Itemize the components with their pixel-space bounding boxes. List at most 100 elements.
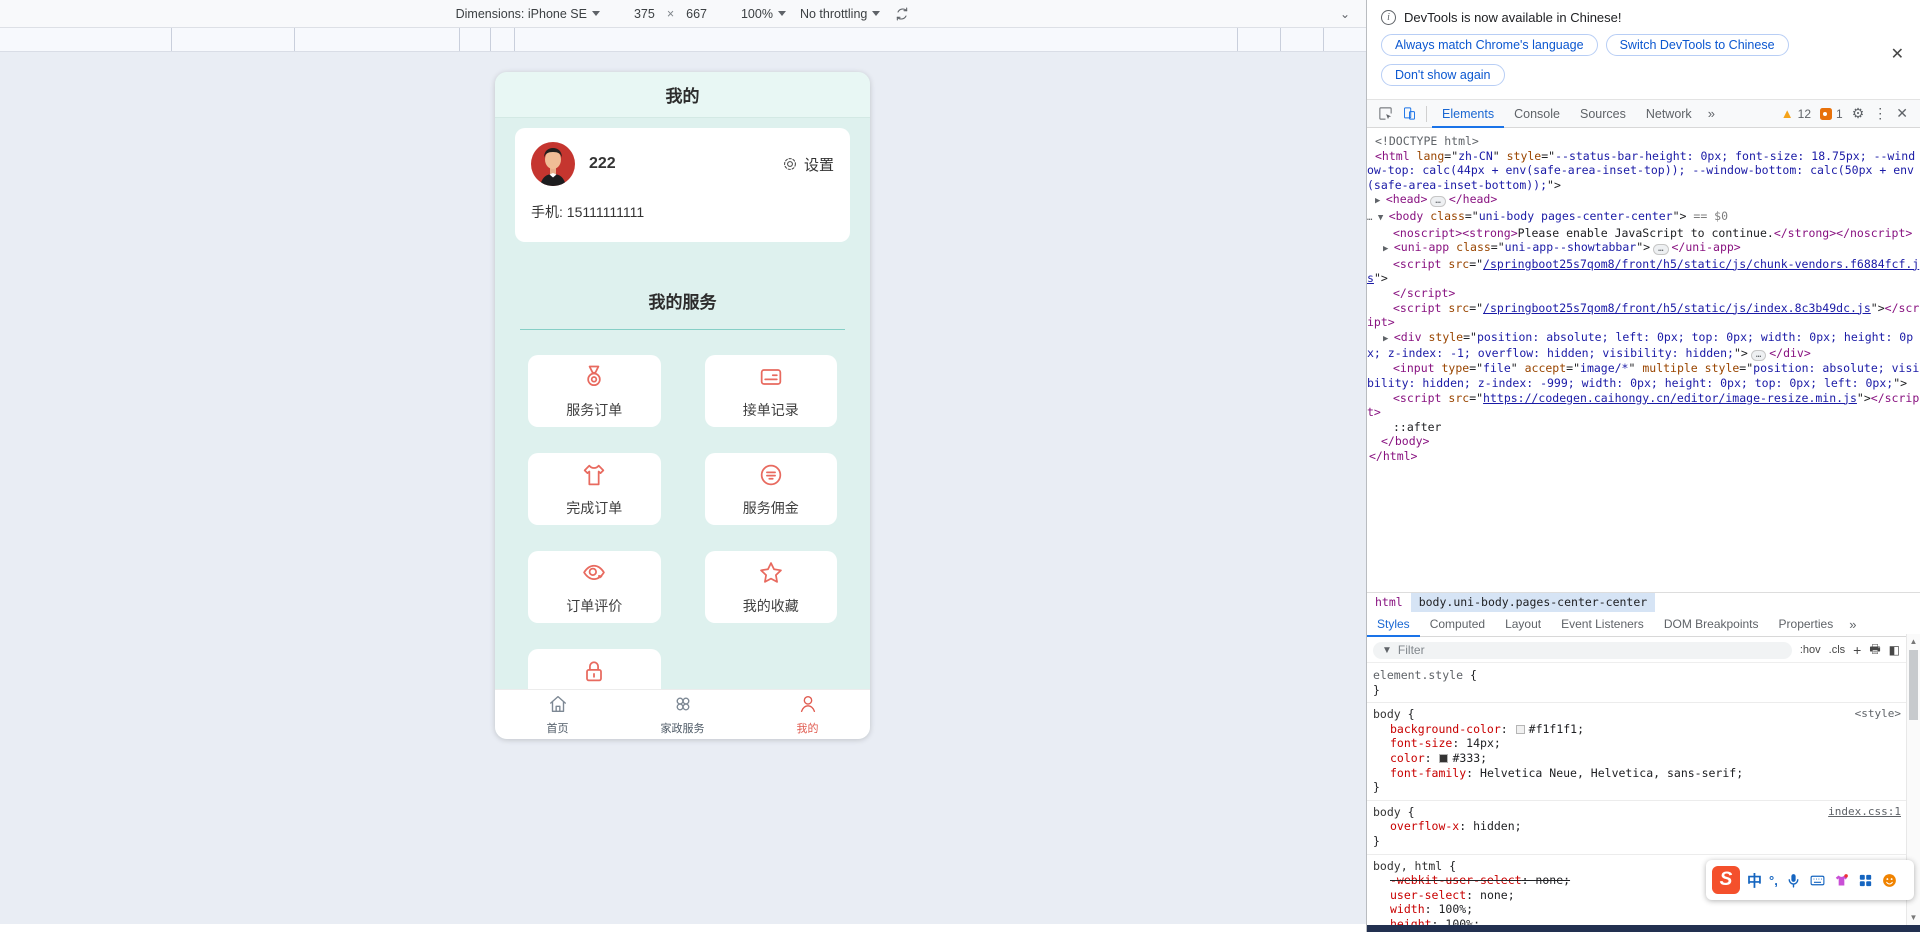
expand-arrow-icon[interactable]: … ▼ <box>1367 213 1389 223</box>
tree-line[interactable]: <html lang="zh-CN" style="--status-bar-h… <box>1367 149 1920 193</box>
tree-line[interactable]: </html> <box>1367 449 1920 464</box>
tree-line[interactable]: </body> <box>1367 434 1920 449</box>
color-swatch[interactable] <box>1515 724 1525 734</box>
more-tabs-chevron[interactable]: » <box>1702 106 1721 121</box>
css-property[interactable]: background-color: #f1f1f1; <box>1373 722 1900 737</box>
device-toolbar-button[interactable] <box>1397 102 1421 126</box>
settings-button[interactable]: 设置 <box>781 154 834 175</box>
sidebar-layout-icon[interactable]: ◧ <box>1889 643 1900 657</box>
css-property-name: background-color <box>1390 721 1501 736</box>
soft-keyboard-icon[interactable] <box>1809 872 1826 889</box>
zoom-selector[interactable]: 100% <box>737 5 790 23</box>
chinese-mode-icon[interactable]: 中 <box>1747 870 1762 891</box>
toggle-hover-state[interactable]: :hov <box>1800 644 1821 656</box>
tree-line[interactable]: <script src="/springboot25s7qom8/front/h… <box>1367 301 1920 330</box>
styles-tab-styles[interactable]: Styles <box>1367 612 1420 637</box>
tree-line[interactable]: <noscript><strong>Please enable JavaScri… <box>1367 226 1920 241</box>
tab-network[interactable]: Network <box>1636 100 1702 128</box>
tabbar-item-我的[interactable]: 我的 <box>745 690 870 739</box>
styles-tab-dom-breakpoints[interactable]: DOM Breakpoints <box>1654 612 1769 637</box>
stylesheet-link[interactable]: index.css:1 <box>1828 805 1901 820</box>
throttling-selector[interactable]: No throttling <box>796 5 884 23</box>
styles-tab-computed[interactable]: Computed <box>1420 612 1495 637</box>
tab-sources[interactable]: Sources <box>1570 100 1636 128</box>
expand-arrow-icon[interactable]: ▶ <box>1383 334 1394 344</box>
expand-ellipsis-button[interactable]: … <box>1430 196 1446 208</box>
tree-line[interactable]: ::after <box>1367 420 1920 435</box>
toolbar-more-chevron-icon[interactable]: ⌄ <box>1340 7 1350 21</box>
resource-link[interactable]: /springboot25s7qom8/front/h5/static/js/i… <box>1483 301 1871 315</box>
tree-line[interactable]: </script> <box>1367 286 1920 301</box>
device-selector[interactable]: Dimensions: iPhone SE <box>452 5 604 23</box>
rule-selector[interactable]: body <box>1373 707 1401 721</box>
inspect-element-button[interactable] <box>1373 102 1397 126</box>
rule-selector[interactable]: body <box>1373 805 1401 819</box>
resource-link[interactable]: https://codegen.caihongy.cn/editor/image… <box>1483 391 1857 405</box>
skin-icon[interactable] <box>1833 872 1850 889</box>
emoji-icon[interactable] <box>1881 872 1898 889</box>
tree-line[interactable]: ▶ <uni-app class="uni-app--showtabbar">…… <box>1367 240 1920 257</box>
tree-line[interactable]: <!DOCTYPE html> <box>1367 134 1920 149</box>
css-property[interactable]: overflow-x: hidden; <box>1373 819 1900 834</box>
css-property[interactable]: font-family: Helvetica Neue, Helvetica, … <box>1373 766 1900 781</box>
scrollbar-thumb[interactable] <box>1909 650 1918 720</box>
tab-elements[interactable]: Elements <box>1432 100 1504 128</box>
microphone-icon[interactable] <box>1785 872 1802 889</box>
code-token: style <box>1428 329 1464 344</box>
expand-ellipsis-button[interactable]: … <box>1750 350 1767 362</box>
infobar-button[interactable]: Don't show again <box>1381 64 1505 86</box>
tab-console[interactable]: Console <box>1504 100 1570 128</box>
service-card-2[interactable]: 接单记录 <box>704 355 837 427</box>
infobar-button[interactable]: Switch DevTools to Chinese <box>1605 34 1789 56</box>
service-card-1[interactable]: 服务订单 <box>528 355 661 427</box>
tree-line[interactable]: <input type="file" accept="image/*" mult… <box>1367 361 1920 390</box>
devtools-close-icon[interactable]: ✕ <box>1896 105 1908 122</box>
expand-arrow-icon[interactable]: ▶ <box>1375 196 1386 206</box>
rule-selector[interactable]: body, html <box>1373 859 1442 873</box>
infobar-close-icon[interactable]: ✕ <box>1891 44 1904 64</box>
new-style-rule-icon[interactable]: + <box>1853 642 1861 658</box>
expand-ellipsis-button[interactable]: … <box>1653 244 1669 256</box>
css-property[interactable]: height: 100%; <box>1373 917 1900 925</box>
styles-tab-event-listeners[interactable]: Event Listeners <box>1551 612 1654 637</box>
viewport-height-field[interactable]: 667 <box>686 7 707 21</box>
tree-line[interactable]: <script src="https://codegen.caihongy.cn… <box>1367 391 1920 420</box>
css-property[interactable]: font-size: 14px; <box>1373 736 1900 751</box>
sogou-logo-icon[interactable]: S <box>1712 866 1740 894</box>
expand-arrow-icon[interactable]: ▶ <box>1383 244 1394 254</box>
toggle-classes[interactable]: .cls <box>1829 644 1846 656</box>
css-property[interactable]: color: #333; <box>1373 751 1900 766</box>
console-warnings-counter[interactable]: ▲ 12 <box>1781 106 1811 121</box>
styles-tab-layout[interactable]: Layout <box>1495 612 1551 637</box>
color-swatch[interactable] <box>1439 753 1449 763</box>
tree-line[interactable]: <script src="/springboot25s7qom8/front/h… <box>1367 257 1920 286</box>
info-icon: i <box>1381 10 1396 25</box>
service-card-4[interactable]: 服务佣金 <box>704 453 837 525</box>
issues-counter[interactable]: 1 <box>1820 107 1843 121</box>
service-card-5[interactable]: 订单评价 <box>528 551 661 623</box>
tree-line[interactable]: ▶ <head>… </head> <box>1367 192 1920 209</box>
tabbar-item-首页[interactable]: 首页 <box>495 690 620 739</box>
tree-line[interactable]: ▶ <div style="position: absolute; left: … <box>1367 330 1920 362</box>
breadcrumb-item[interactable]: body.uni-body.pages-center-center <box>1410 593 1656 612</box>
scroll-up-arrow-icon[interactable]: ▲ <box>1907 637 1920 646</box>
tabbar-item-家政服务[interactable]: 家政服务 <box>620 690 745 739</box>
viewport-width-field[interactable]: 375 <box>634 7 655 21</box>
infobar-button[interactable]: Always match Chrome's language <box>1381 34 1598 56</box>
toolbox-icon[interactable] <box>1857 872 1874 889</box>
rule-selector[interactable]: element.style <box>1373 668 1463 682</box>
scroll-down-arrow-icon[interactable]: ▼ <box>1907 913 1920 922</box>
styles-tab-properties[interactable]: Properties <box>1769 612 1844 637</box>
styles-filter-input[interactable]: ▼ Filter <box>1373 641 1792 659</box>
css-property[interactable]: width: 100%; <box>1373 902 1900 917</box>
styles-more-chevron[interactable]: » <box>1843 617 1862 632</box>
rotate-viewport-button[interactable] <box>890 4 914 24</box>
tree-line[interactable]: … ▼ <body class="uni-body pages-center-c… <box>1367 209 1920 226</box>
breadcrumb-item[interactable]: html <box>1367 593 1411 612</box>
service-card-6[interactable]: 我的收藏 <box>704 551 837 623</box>
punctuation-icon[interactable]: °, <box>1769 873 1778 888</box>
paint-flashing-icon[interactable]: 🖶 <box>1869 640 1880 661</box>
service-card-3[interactable]: 完成订单 <box>528 453 661 525</box>
devtools-settings-gear-icon[interactable]: ⚙ <box>1852 105 1865 122</box>
devtools-menu-icon[interactable]: ⋮ <box>1873 105 1887 122</box>
